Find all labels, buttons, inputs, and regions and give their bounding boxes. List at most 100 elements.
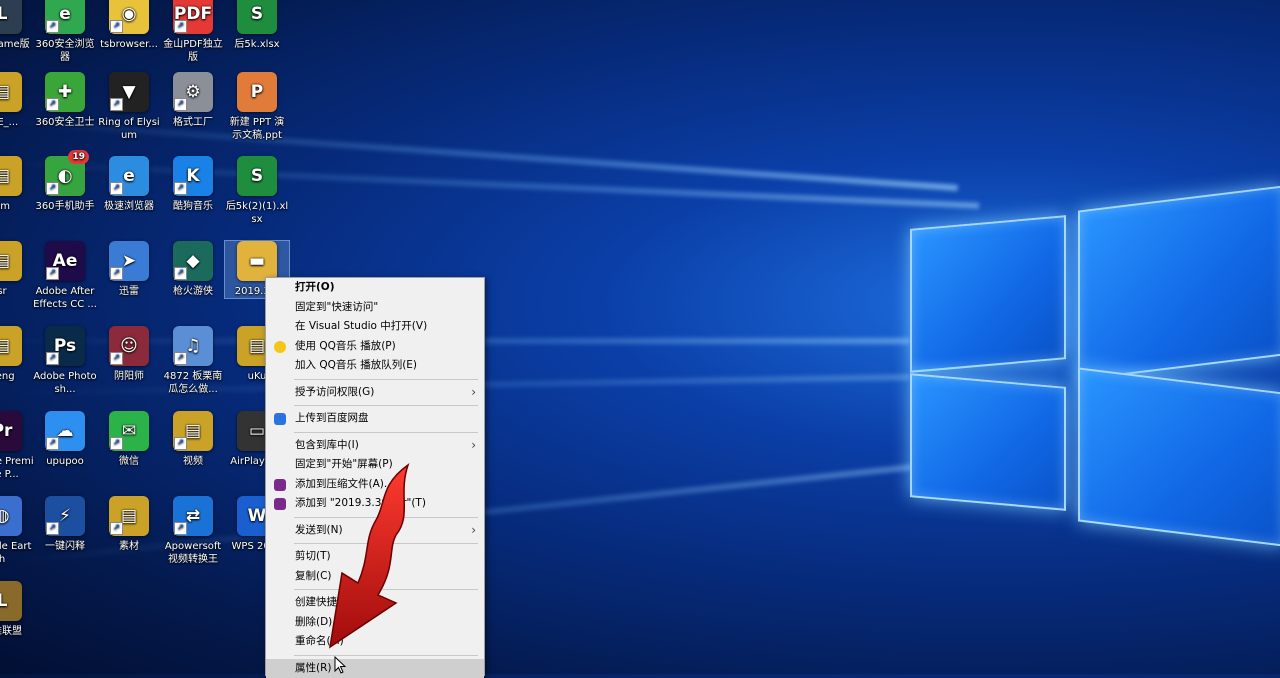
menu-item[interactable]: 使用 QQ音乐 播放(P) [266, 337, 484, 357]
menu-item[interactable]: 属性(R) [266, 659, 484, 678]
desktop-icon-label: 阴阳师 [97, 370, 161, 383]
shortcut-arrow-icon: ↗ [110, 352, 123, 365]
menu-item-label: 添加到压缩文件(A)... [295, 478, 394, 490]
desktop-icon-label: Apowersoft 视频转换王 [161, 540, 225, 566]
menu-item[interactable]: 固定到"快速访问" [266, 298, 484, 318]
desktop-icon-label: 酷狗音乐 [161, 200, 225, 213]
desktop-icon[interactable]: K↗酷狗音乐 [161, 156, 225, 213]
shortcut-arrow-icon: ↗ [174, 267, 187, 280]
shortcut-arrow-icon: ↗ [110, 267, 123, 280]
desktop-icon[interactable]: ➤↗迅雷 [97, 241, 161, 298]
menu-item[interactable]: 重命名(M) [266, 632, 484, 652]
menu-item-label: 包含到库中(I) [295, 439, 359, 451]
desktop-icon[interactable]: ▤↗视频 [161, 411, 225, 468]
menu-item-label: 添加到 "2019.3.30.rar"(T) [295, 497, 426, 509]
desktop-icon[interactable]: ⚡↗一键闪释 [33, 496, 97, 553]
shortcut-arrow-icon: ↗ [110, 522, 123, 535]
desktop-icon[interactable]: S后5k.xlsx [225, 0, 289, 51]
menu-item-label: 在 Visual Studio 中打开(V) [295, 320, 427, 332]
desktop-icon[interactable]: PDF↗金山PDF独立版 [161, 0, 225, 64]
desktop-icon-label: tsbrowser... [97, 38, 161, 51]
desktop-icon[interactable]: ⇄↗ Apowersoft 视频转换王 [161, 496, 225, 566]
menu-item[interactable]: 上传到百度网盘 [266, 409, 484, 429]
menu-item[interactable]: 删除(D) [266, 613, 484, 633]
shortcut-arrow-icon: ↗ [174, 437, 187, 450]
desktop-icon[interactable]: L英雄联盟 [0, 581, 34, 638]
desktop-icon[interactable]: P新建 PPT 演示文稿.ppt [225, 72, 289, 142]
desktop-icon-label: 素材 [97, 540, 161, 553]
desktop-icon[interactable]: e↗360安全浏览器 [33, 0, 97, 64]
app-icon: ⚡↗ [45, 496, 85, 536]
menu-separator [294, 379, 478, 380]
menu-item[interactable]: 添加到 "2019.3.30.rar"(T) [266, 494, 484, 514]
desktop-icon[interactable]: ✚↗360安全卫士 [33, 72, 97, 129]
desktop-icon-label: Google Earth [0, 540, 34, 566]
menu-separator [294, 517, 478, 518]
chevron-right-icon: › [471, 521, 476, 541]
notification-badge: 19 [68, 150, 89, 164]
desktop-icon-label: 格式工厂 [161, 116, 225, 129]
chevron-right-icon: › [471, 436, 476, 456]
desktop-icon[interactable]: ◍ Google Earth [0, 496, 34, 566]
menu-item-label: 上传到百度网盘 [295, 412, 369, 424]
desktop-icon[interactable]: S后5k(2)(1).xlsx [225, 156, 289, 226]
app-icon: ⇄↗ [173, 496, 213, 536]
app-icon: ◉↗ [109, 0, 149, 34]
desktop-icon-label: deng [0, 370, 34, 383]
menu-item[interactable]: 打开(O) [266, 278, 484, 298]
desktop-icon[interactable]: ♫↗4872 板栗南瓜怎么做... [161, 326, 225, 396]
menu-separator [294, 543, 478, 544]
menu-item[interactable]: 加入 QQ音乐 播放队列(E) [266, 356, 484, 376]
desktop-icon[interactable]: ◐19↗360手机助手 [33, 156, 97, 213]
menu-item[interactable]: 在 Visual Studio 中打开(V) [266, 317, 484, 337]
menu-item-label: 固定到"开始"屏幕(P) [295, 458, 393, 470]
app-icon: ◍ [0, 496, 22, 536]
menu-separator [294, 655, 478, 656]
desktop-icon[interactable]: Ae↗Adobe After Effects CC ... [33, 241, 97, 311]
menu-item[interactable]: 剪切(T) [266, 547, 484, 567]
app-icon: ▤ [0, 326, 22, 366]
menu-item[interactable]: 添加到压缩文件(A)... [266, 475, 484, 495]
desktop-icon-label: IME_... [0, 116, 34, 129]
context-menu: 打开(O) 固定到"快速访问" 在 Visual Studio 中打开(V) 使用 Q… [265, 277, 485, 676]
desktop-icon[interactable]: ▤ am [0, 156, 34, 213]
desktop-icon[interactable]: e↗极速浏览器 [97, 156, 161, 213]
desktop-icon-label: am [0, 200, 34, 213]
desktop-icon[interactable]: ✉↗微信 [97, 411, 161, 468]
baidu-netdisk-icon [274, 413, 286, 425]
menu-item-label: 打开(O) [295, 281, 335, 293]
desktop-icon-label: Adobe Premiere P... [0, 455, 34, 481]
app-icon: ◐19↗ [45, 156, 85, 196]
shortcut-arrow-icon: ↗ [46, 98, 59, 111]
shortcut-arrow-icon: ↗ [46, 267, 59, 280]
desktop-icon[interactable]: ⚙↗格式工厂 [161, 72, 225, 129]
desktop-icon[interactable]: ◉↗ tsbrowser... [97, 0, 161, 51]
desktop-icon[interactable]: ▤IME_... [0, 72, 34, 129]
menu-item[interactable]: 授予访问权限(G)› [266, 383, 484, 403]
desktop-icon[interactable]: ▤ deng [0, 326, 34, 383]
menu-item[interactable]: 包含到库中(I) › [266, 436, 484, 456]
menu-item-label: 使用 QQ音乐 播放(P) [295, 340, 396, 352]
app-icon: S [237, 0, 277, 34]
app-icon: ▤ [0, 156, 22, 196]
menu-item[interactable]: 复制(C) [266, 567, 484, 587]
desktop-icon[interactable]: ▼↗Ring of Elysium [97, 72, 161, 142]
desktop-icon[interactable]: PrAdobe Premiere P... [0, 411, 34, 481]
desktop-icon[interactable]: ◆↗枪火游侠 [161, 241, 225, 298]
menu-item[interactable]: 固定到"开始"屏幕(P) [266, 455, 484, 475]
desktop-icon[interactable]: ▤sr [0, 241, 34, 298]
qq-music-icon [274, 341, 286, 353]
menu-item[interactable]: 创建快捷方式(S) [266, 593, 484, 613]
menu-item[interactable]: 发送到(N)› [266, 521, 484, 541]
shortcut-arrow-icon: ↗ [174, 522, 187, 535]
desktop-icon[interactable]: ☁↗upupoo [33, 411, 97, 468]
app-icon: ➤↗ [109, 241, 149, 281]
shortcut-arrow-icon: ↗ [46, 20, 59, 33]
desktop-icon[interactable]: Ps↗Adobe Photosh... [33, 326, 97, 396]
desktop-icon[interactable]: ☺↗阴阳师 [97, 326, 161, 383]
desktop-icon-label: 微信 [97, 455, 161, 468]
app-icon: L [0, 581, 22, 621]
app-icon: Ps↗ [45, 326, 85, 366]
desktop-icon[interactable]: ▤↗素材 [97, 496, 161, 553]
desktop-icon[interactable]: L联盟 ame版 [0, 0, 34, 51]
